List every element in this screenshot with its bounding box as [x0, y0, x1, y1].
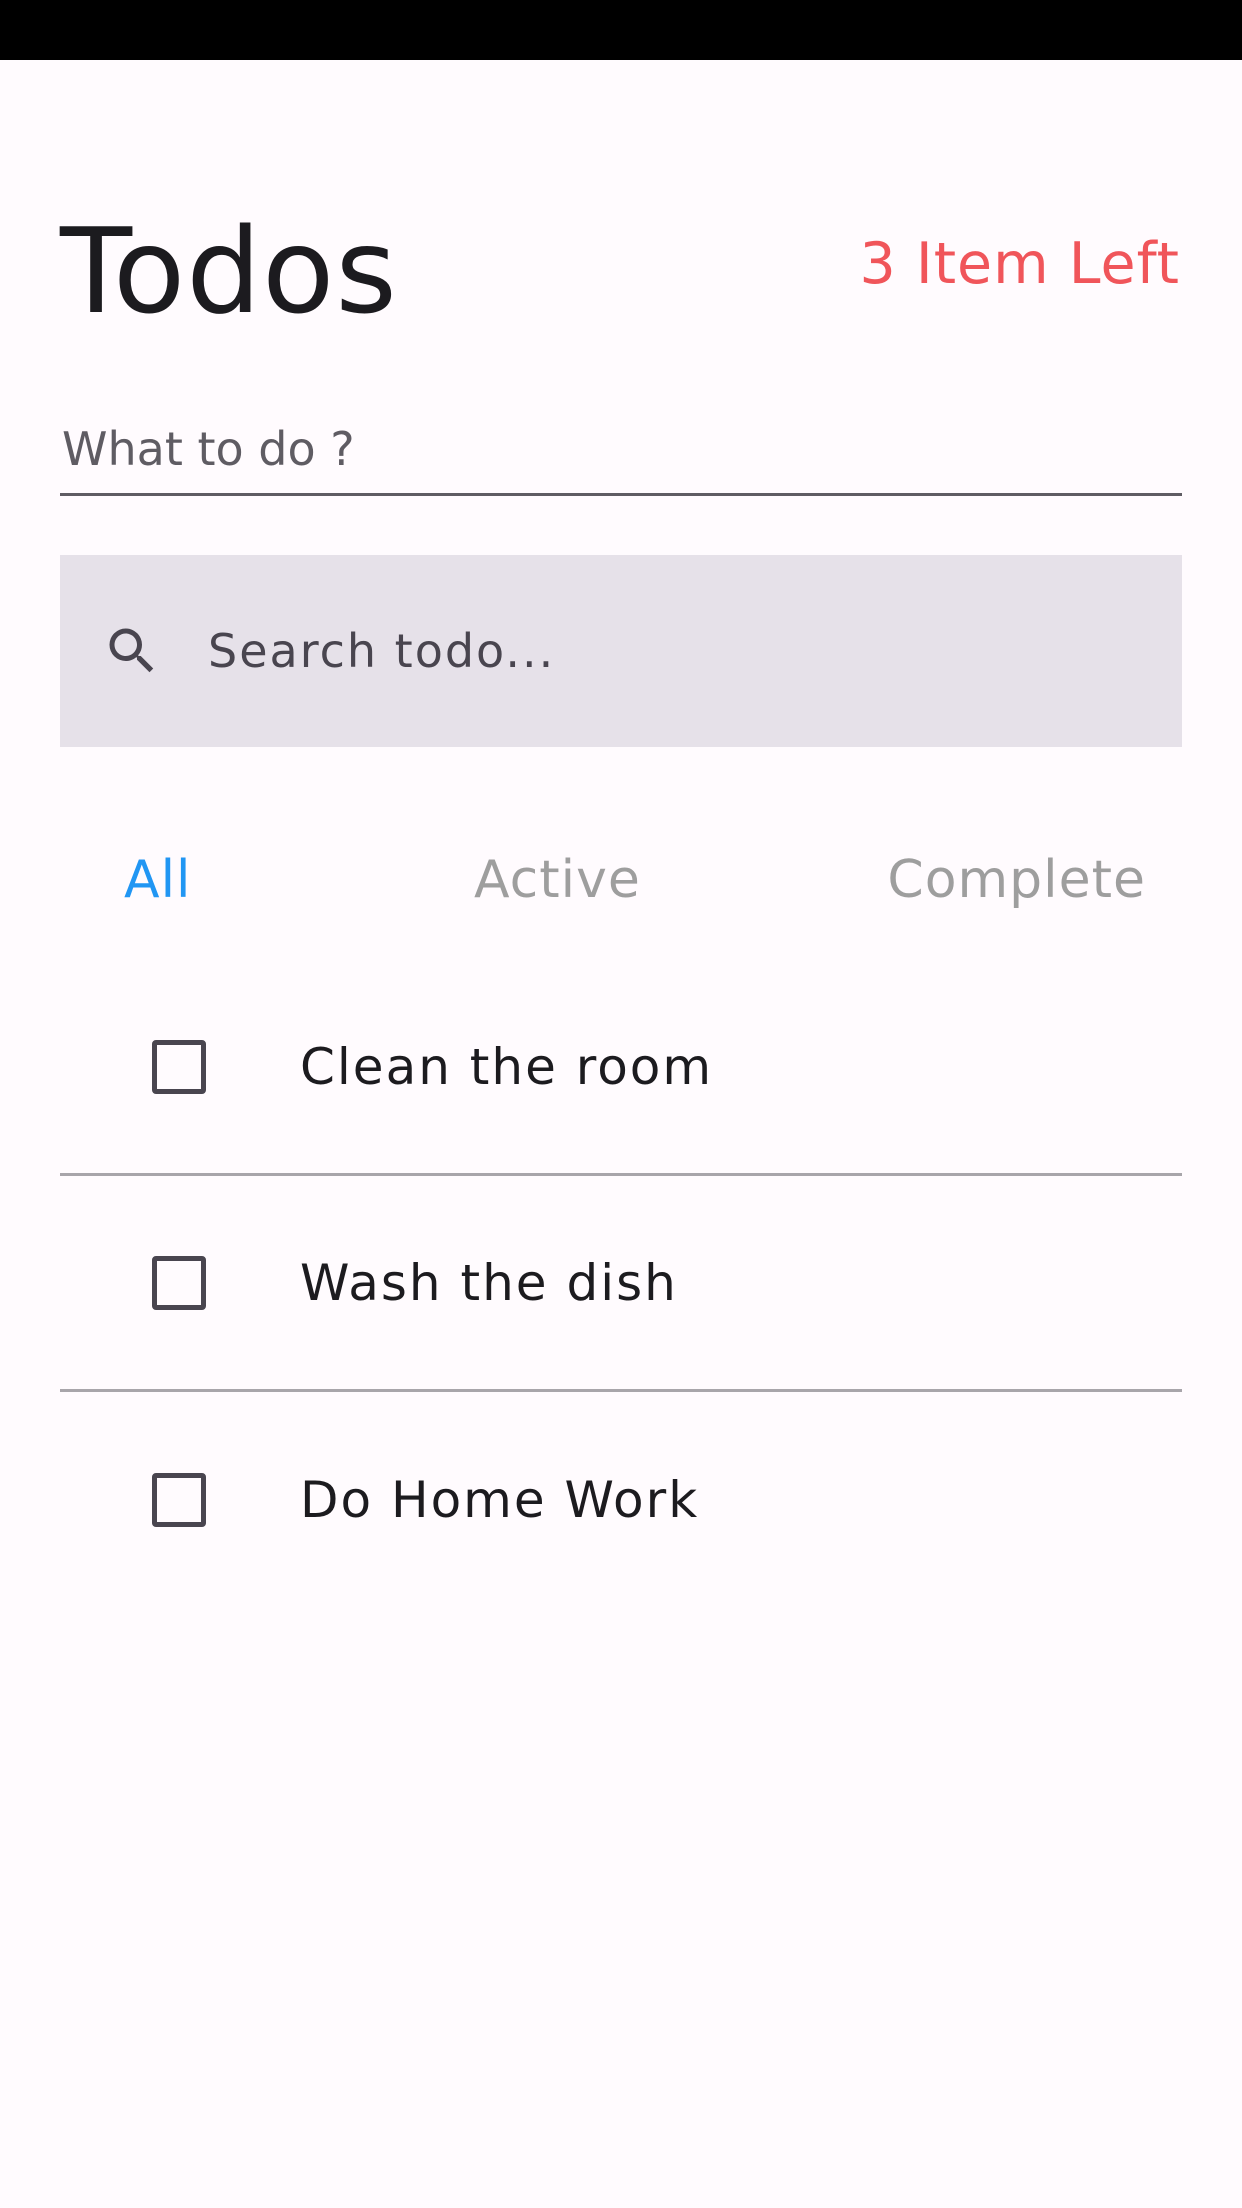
tab-all[interactable]: All — [124, 840, 191, 920]
todo-item[interactable]: Do Home Work — [60, 1392, 1182, 1608]
todo-list: Clean the room Wash the dish Do Home Wor… — [60, 960, 1182, 1608]
search-input[interactable] — [208, 555, 1182, 747]
todo-label: Do Home Work — [300, 1471, 700, 1529]
todo-checkbox[interactable] — [152, 1473, 206, 1527]
tab-active[interactable]: Active — [474, 840, 641, 920]
todo-item[interactable]: Wash the dish — [60, 1176, 1182, 1392]
filter-tabs: All Active Complete — [60, 840, 1182, 920]
tab-complete[interactable]: Complete — [887, 840, 1146, 920]
page-title: Todos — [60, 202, 398, 340]
todo-item[interactable]: Clean the room — [60, 960, 1182, 1176]
search-icon — [109, 628, 154, 673]
todo-checkbox[interactable] — [152, 1039, 206, 1094]
todo-label: Clean the room — [300, 1037, 714, 1096]
status-bar — [0, 0, 1242, 60]
todo-label: Wash the dish — [300, 1253, 678, 1312]
todo-checkbox[interactable] — [152, 1255, 206, 1310]
items-left-counter: 3 Item Left — [859, 231, 1180, 297]
new-todo-input[interactable] — [60, 380, 1182, 496]
search-bar[interactable] — [60, 555, 1182, 747]
